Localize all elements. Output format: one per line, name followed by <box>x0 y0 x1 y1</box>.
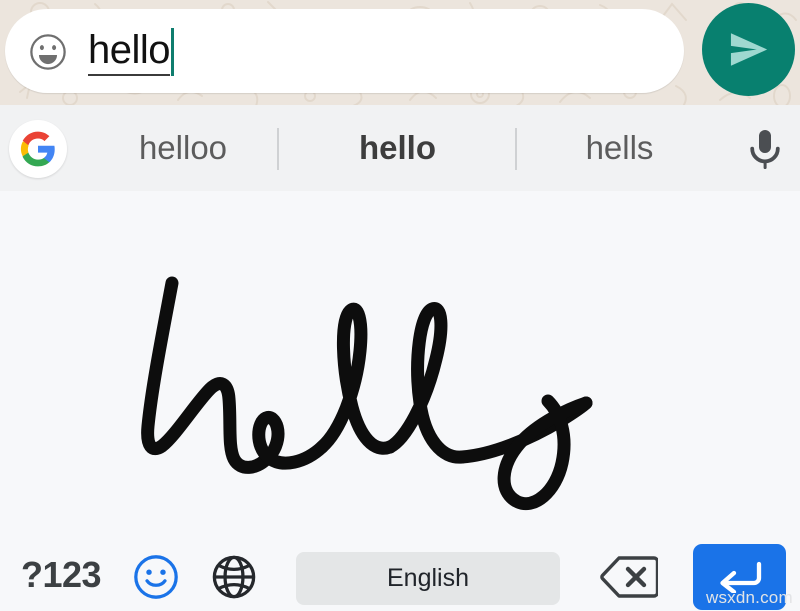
message-input-text-wrap[interactable]: hello <box>88 27 175 77</box>
emoji-key-glyph <box>134 555 178 599</box>
emoji-smiley-icon[interactable] <box>29 33 67 71</box>
message-input-pill[interactable]: hello <box>5 9 684 93</box>
text-cursor <box>171 28 175 76</box>
site-watermark: wsxdn.com <box>706 588 793 607</box>
backspace-key[interactable] <box>600 555 660 599</box>
handwriting-ink-stroke <box>141 276 593 510</box>
emoji-key-icon[interactable] <box>132 553 180 601</box>
send-button[interactable] <box>702 3 795 96</box>
chat-composer-bar: hello <box>0 0 800 105</box>
message-input-text[interactable]: hello <box>88 28 171 76</box>
suggestion-item-0[interactable]: helloo <box>88 105 278 191</box>
microphone-glyph <box>750 130 780 169</box>
globe-language-icon[interactable] <box>210 553 258 601</box>
suggestion-item-1[interactable]: hello <box>279 105 516 191</box>
spacebar-key[interactable]: English <box>296 552 560 605</box>
backspace-icon <box>600 556 660 598</box>
send-icon <box>730 33 768 66</box>
google-g-logo[interactable] <box>9 120 67 178</box>
microphone-icon[interactable] <box>739 127 791 173</box>
symbols-key[interactable]: ?123 <box>13 550 109 600</box>
google-g-icon <box>20 131 55 167</box>
suggestion-item-2[interactable]: hells <box>517 105 722 191</box>
suggestion-strip: helloo hello hells <box>0 105 800 191</box>
globe-glyph <box>212 555 256 599</box>
keyboard-screen: hello helloo hello hells ?123 English ws… <box>0 0 800 611</box>
